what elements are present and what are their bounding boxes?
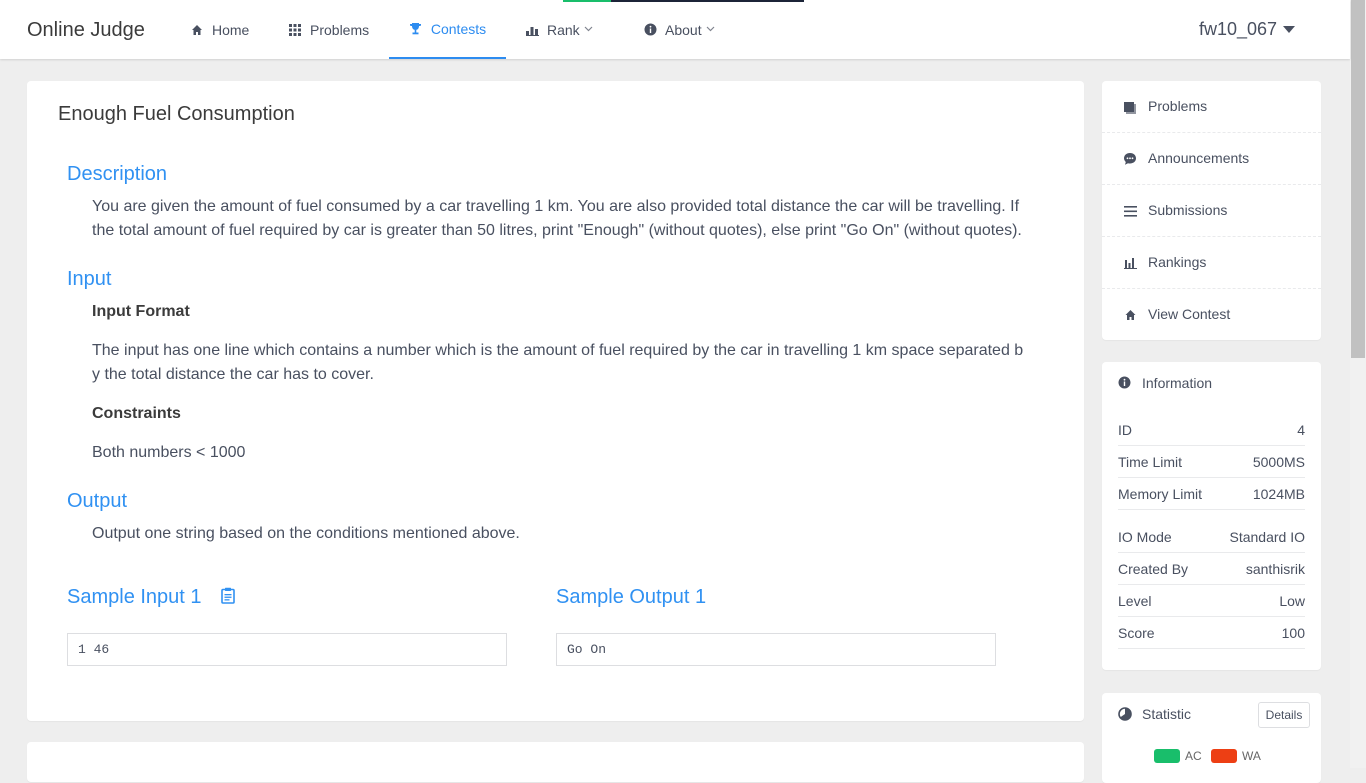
info-value: 4 (1297, 422, 1305, 438)
statistic-title: Statistic (1142, 706, 1192, 722)
home-icon (1122, 307, 1138, 323)
nav-about-label: About (665, 21, 702, 38)
info-label: IO Mode (1118, 529, 1172, 545)
scrollbar-thumb[interactable] (1351, 0, 1365, 358)
chat-icon (1122, 151, 1138, 167)
input-format-text: The input has one line which contains a … (92, 342, 1024, 383)
book-icon (1122, 99, 1138, 115)
info-row-memory-limit: Memory Limit 1024MB (1118, 479, 1305, 510)
menu-item-rankings[interactable]: Rankings (1102, 237, 1321, 289)
bar-chart-icon (1122, 255, 1138, 271)
menu-item-submissions[interactable]: Submissions (1102, 185, 1321, 237)
problem-card: Enough Fuel Consumption Description You … (27, 81, 1084, 721)
description-heading: Description (67, 163, 168, 185)
legend-label: WA (1242, 749, 1261, 763)
info-value: santhisrik (1245, 561, 1305, 577)
description-text: You are given the amount of fuel consume… (92, 198, 1022, 239)
sample-output-box[interactable]: Go On (556, 633, 996, 666)
input-heading: Input (67, 268, 112, 290)
legend-ac[interactable]: AC (1154, 749, 1202, 763)
nav-rank-label: Rank (547, 21, 580, 38)
info-row-score: Score 100 (1118, 618, 1305, 649)
nav-about[interactable]: About (643, 0, 715, 59)
legend-wa[interactable]: WA (1211, 749, 1261, 763)
info-label: Level (1118, 593, 1152, 609)
sample-input-box[interactable]: 1 46 (67, 633, 507, 666)
nav-home[interactable]: Home (190, 0, 249, 59)
info-label: Time Limit (1118, 454, 1183, 470)
username: fw10_067 (1199, 19, 1278, 39)
statistic-card: Statistic Details AC WA (1102, 693, 1321, 783)
info-row-time-limit: Time Limit 5000MS (1118, 447, 1305, 478)
pie-chart-icon (1118, 707, 1132, 721)
statistic-heading: Statistic (1118, 706, 1191, 722)
info-label: Created By (1118, 561, 1189, 577)
info-row-level: Level Low (1118, 586, 1305, 617)
caret-down-icon (1283, 26, 1296, 33)
sample-output-heading: Sample Output 1 (556, 586, 707, 608)
menu-item-label: Submissions (1148, 202, 1228, 218)
info-row-id: ID 4 (1118, 415, 1305, 446)
info-label: Score (1118, 625, 1155, 641)
menu-item-announcements[interactable]: Announcements (1102, 133, 1321, 185)
problem-title: Enough Fuel Consumption (58, 103, 295, 125)
information-card: Information ID 4 Time Limit 5000MS Memor… (1102, 362, 1321, 670)
sample-input-heading: Sample Input 1 (67, 586, 235, 610)
list-icon (1122, 203, 1138, 219)
info-value: Standard IO (1229, 529, 1306, 545)
trophy-icon (409, 22, 423, 36)
output-text: Output one string based on the condition… (92, 525, 520, 542)
submit-card (27, 742, 1084, 782)
legend-label: AC (1185, 749, 1202, 763)
nav-problems-label: Problems (310, 21, 370, 38)
menu-item-label: Problems (1148, 98, 1208, 114)
nav-problems[interactable]: Problems (288, 0, 369, 59)
constraints-text: Both numbers < 1000 (92, 444, 246, 461)
info-label: ID (1118, 422, 1132, 438)
contest-menu: Problems Announcements Submissions Ranki… (1102, 81, 1321, 340)
grid-icon (288, 23, 302, 37)
nav-contests-label: Contests (430, 20, 487, 37)
info-value: Low (1279, 593, 1305, 609)
details-button[interactable]: Details (1258, 702, 1310, 728)
chevron-down-icon (584, 24, 593, 35)
output-heading: Output (67, 490, 128, 512)
input-format-label: Input Format (92, 303, 190, 320)
info-label: Memory Limit (1118, 486, 1203, 502)
info-value: 1024MB (1252, 486, 1305, 502)
menu-item-problems[interactable]: Problems (1102, 81, 1321, 133)
legend-swatch-ac (1154, 749, 1180, 763)
chevron-down-icon (706, 24, 715, 35)
information-heading: Information (1118, 375, 1212, 391)
info-icon (643, 23, 657, 37)
top-navbar: Online Judge Home Problems Contests Rank… (0, 0, 1350, 59)
nav-contests[interactable]: Contests (389, 0, 506, 59)
menu-item-label: View Contest (1148, 306, 1231, 322)
info-row-io-mode: IO Mode Standard IO (1118, 522, 1305, 553)
nav-rank[interactable]: Rank (525, 0, 593, 59)
menu-item-label: Rankings (1148, 254, 1207, 270)
nav-home-label: Home (212, 21, 250, 38)
user-menu[interactable]: fw10_067 (1199, 19, 1296, 40)
info-icon (1118, 376, 1132, 390)
info-value: 100 (1281, 625, 1305, 641)
clipboard-icon[interactable] (221, 587, 235, 610)
home-icon (190, 23, 204, 37)
menu-item-view-contest[interactable]: View Contest (1102, 289, 1321, 341)
legend-swatch-wa (1211, 749, 1237, 763)
info-row-created-by: Created By santhisrik (1118, 554, 1305, 585)
constraints-label: Constraints (92, 405, 181, 422)
brand-logo[interactable]: Online Judge (27, 19, 145, 42)
information-title: Information (1142, 375, 1213, 391)
menu-item-label: Announcements (1148, 150, 1250, 166)
sample-input-title: Sample Input 1 (67, 586, 202, 608)
bar-chart-icon (525, 23, 539, 37)
info-value: 5000MS (1252, 454, 1305, 470)
